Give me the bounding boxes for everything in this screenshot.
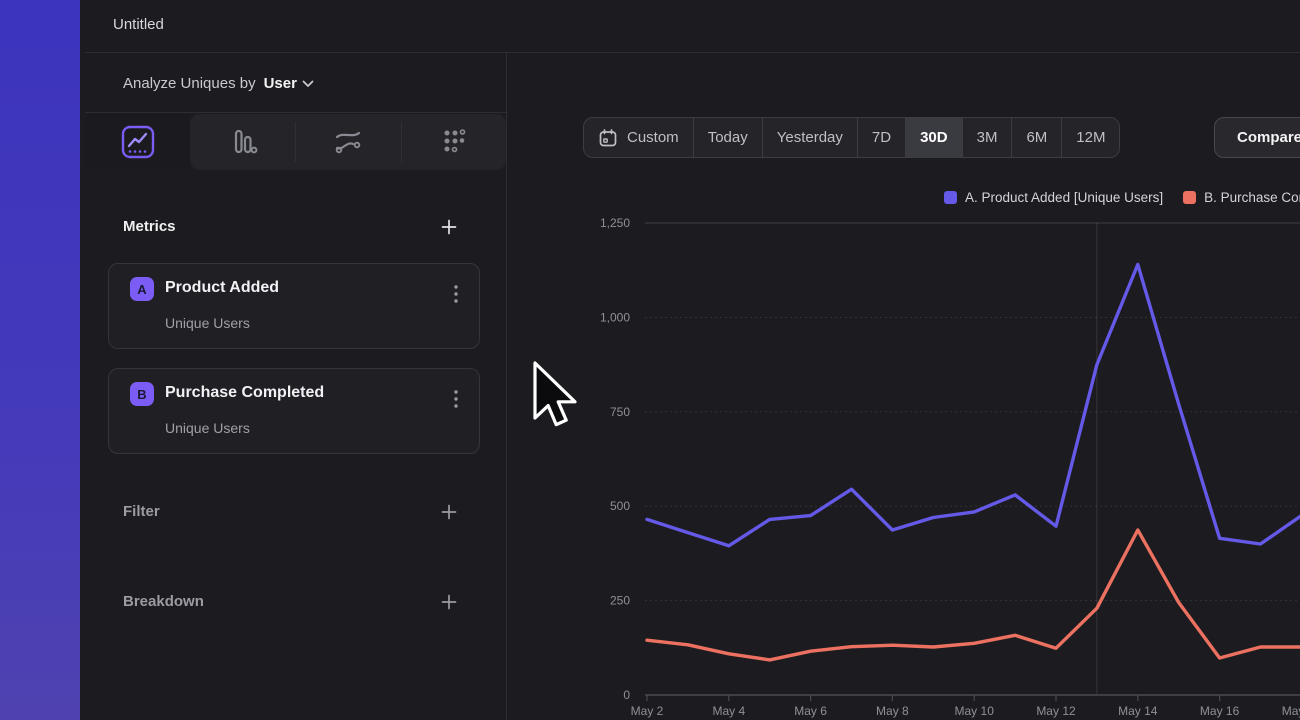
- plus-icon: [441, 504, 457, 520]
- svg-text:1,000: 1,000: [600, 310, 630, 324]
- bar-chart-icon: [226, 125, 260, 159]
- range-12m[interactable]: 12M: [1062, 118, 1119, 157]
- range-label: Today: [708, 129, 748, 146]
- plus-icon: [441, 219, 457, 235]
- cursor-arrow-icon: [531, 360, 583, 440]
- kebab-icon: [454, 390, 458, 408]
- range-7d[interactable]: 7D: [858, 118, 906, 157]
- legend-swatch-b: [1183, 191, 1196, 204]
- metric-subtitle[interactable]: Unique Users: [165, 420, 250, 436]
- range-3m[interactable]: 3M: [963, 118, 1013, 157]
- analyze-by-row[interactable]: Analyze Uniques by User: [123, 75, 314, 92]
- svg-text:May 18: May 18: [1282, 704, 1300, 718]
- metric-title: Product Added: [165, 279, 279, 297]
- plus-icon: [441, 594, 457, 610]
- metrics-heading: Metrics: [123, 218, 176, 235]
- add-metric-button[interactable]: [439, 217, 459, 237]
- metric-title: Purchase Completed: [165, 384, 324, 402]
- svg-text:May 16: May 16: [1200, 704, 1240, 718]
- svg-text:May 8: May 8: [876, 704, 909, 718]
- kebab-icon: [454, 285, 458, 303]
- svg-text:0: 0: [623, 688, 630, 702]
- svg-text:250: 250: [610, 594, 630, 608]
- date-range-control: Custom Today Yesterday 7D 30D 3M 6M 12M: [583, 117, 1120, 158]
- metric-menu-button[interactable]: [447, 284, 465, 304]
- grid-dots-icon: [436, 125, 470, 159]
- range-label: 3M: [977, 129, 998, 146]
- legend-swatch-a: [944, 191, 957, 204]
- svg-text:May 2: May 2: [631, 704, 664, 718]
- range-yesterday[interactable]: Yesterday: [763, 118, 858, 157]
- range-30d[interactable]: 30D: [906, 118, 963, 157]
- range-today[interactable]: Today: [694, 118, 763, 157]
- flow-icon: [330, 124, 366, 160]
- range-label: Custom: [627, 129, 679, 146]
- svg-text:May 10: May 10: [955, 704, 995, 718]
- chart-type-tabs: [85, 113, 506, 170]
- analyze-by-label: Analyze Uniques by: [123, 75, 256, 92]
- metric-card-b[interactable]: B Purchase Completed Unique Users: [108, 368, 480, 454]
- metric-card-a[interactable]: A Product Added Unique Users: [108, 263, 480, 349]
- chevron-down-icon: [302, 80, 314, 88]
- range-custom[interactable]: Custom: [584, 118, 694, 157]
- mouse-cursor: [531, 360, 583, 440]
- filter-heading: Filter: [123, 503, 160, 520]
- metric-badge-b: B: [130, 382, 154, 406]
- range-label: 30D: [920, 129, 948, 146]
- query-sidebar: Analyze Uniques by User: [80, 53, 506, 720]
- calendar-icon: [598, 128, 618, 148]
- legend-label: B. Purchase Completed [Unique Users]: [1204, 190, 1300, 205]
- legend-item-a[interactable]: A. Product Added [Unique Users]: [944, 190, 1163, 205]
- range-label: Yesterday: [777, 129, 843, 146]
- metric-badge-a: A: [130, 277, 154, 301]
- svg-text:1,250: 1,250: [600, 216, 630, 230]
- top-bar: Untitled: [80, 0, 1300, 52]
- svg-text:May 6: May 6: [794, 704, 827, 718]
- chart-legend: A. Product Added [Unique Users] B. Purch…: [944, 190, 1300, 205]
- legend-item-b[interactable]: B. Purchase Completed [Unique Users]: [1183, 190, 1300, 205]
- breakdown-heading: Breakdown: [123, 593, 204, 610]
- svg-text:500: 500: [610, 499, 630, 513]
- chart-type-tab-group: [190, 114, 506, 170]
- range-label: 7D: [872, 129, 891, 146]
- report-title[interactable]: Untitled: [113, 16, 164, 33]
- tab-line-chart[interactable]: [85, 113, 190, 170]
- range-label: 12M: [1076, 129, 1105, 146]
- compare-button[interactable]: Compare: [1214, 117, 1300, 158]
- range-label: 6M: [1026, 129, 1047, 146]
- metric-subtitle[interactable]: Unique Users: [165, 315, 250, 331]
- svg-text:750: 750: [610, 405, 630, 419]
- tab-flow[interactable]: [295, 114, 400, 170]
- sidebar-divider: [506, 53, 507, 720]
- svg-text:May 12: May 12: [1036, 704, 1076, 718]
- decorative-gradient-strip: [0, 0, 80, 720]
- metric-menu-button[interactable]: [447, 389, 465, 409]
- svg-text:May 14: May 14: [1118, 704, 1158, 718]
- add-breakdown-button[interactable]: [439, 592, 459, 612]
- analyze-by-dropdown[interactable]: User: [264, 75, 314, 92]
- svg-text:May 4: May 4: [712, 704, 745, 718]
- line-chart-icon: [120, 124, 156, 160]
- tab-bar-chart[interactable]: [190, 114, 295, 170]
- range-6m[interactable]: 6M: [1012, 118, 1062, 157]
- tab-grid-breakdown[interactable]: [401, 114, 506, 170]
- legend-label: A. Product Added [Unique Users]: [965, 190, 1163, 205]
- analyze-by-value: User: [264, 75, 297, 92]
- add-filter-button[interactable]: [439, 502, 459, 522]
